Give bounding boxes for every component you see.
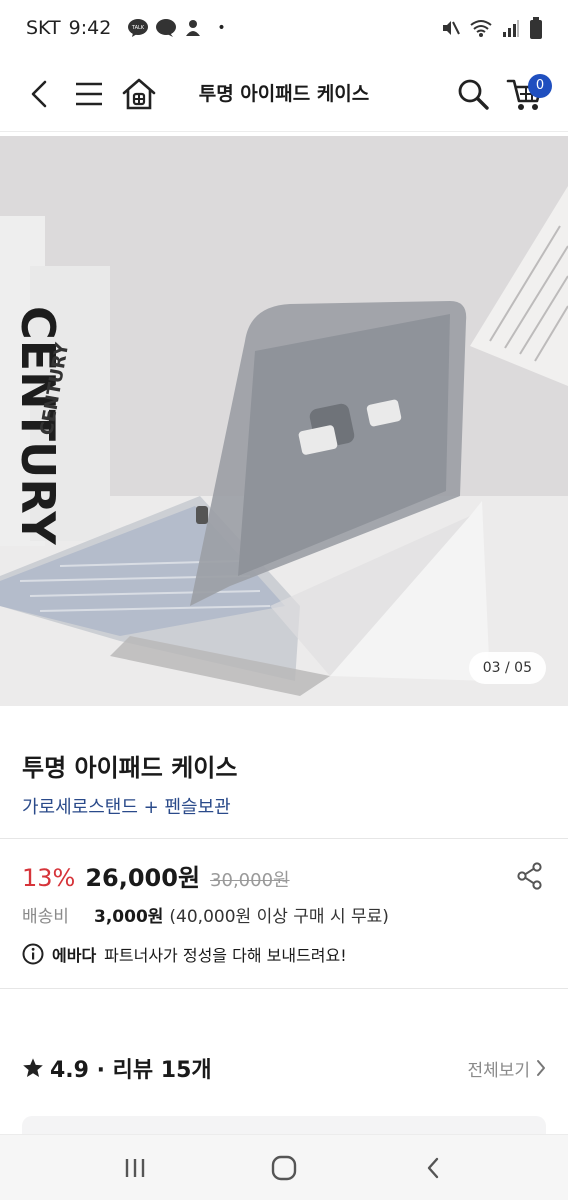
battery-icon [530,17,542,39]
share-icon [517,862,542,890]
original-price: 30,000원 [210,870,290,891]
signal-icon [503,20,519,37]
more-dot: • [217,20,226,36]
carrier: SKT [26,17,61,39]
product-name: 투명 아이패드 케이스 [22,754,238,782]
star-icon [23,1058,43,1077]
cart-button[interactable]: 0 [500,68,552,120]
seller-row: 에바다 파트너사가 정성을 다해 보내드려요! [22,942,347,966]
recent-apps-button[interactable] [105,1143,165,1193]
seller-message: 파트너사가 정성을 다해 보내드려요! [104,946,347,965]
product-image[interactable]: CENTURY CENTURY 03 / 05 [0,136,568,706]
review-summary: 4.9 · 리뷰 15개 [22,1052,212,1084]
review-header: 4.9 · 리뷰 15개 전체보기 [22,1050,546,1086]
view-all-label: 전체보기 [467,1060,530,1081]
chevron-left-icon [31,80,47,108]
home-nav-button[interactable] [254,1143,314,1193]
shipping-label: 배송비 [22,907,69,927]
wifi-icon [470,20,492,37]
system-nav-bar [0,1134,568,1200]
home-icon [122,78,156,110]
talk-icon: TALK [128,19,149,37]
menu-button[interactable] [64,68,114,120]
info-icon [22,943,44,965]
svg-text:TALK: TALK [131,25,145,31]
home-button[interactable] [114,68,164,120]
status-left: SKT 9:42 TALK • [26,17,226,39]
mute-icon [443,21,460,35]
shipping-fee: 3,000원 [94,907,164,927]
back-nav-icon [428,1157,439,1178]
chevron-right-icon [537,1060,545,1076]
divider [0,838,568,839]
search-icon [458,79,489,110]
character-icon [186,20,201,36]
recent-apps-icon [125,1158,144,1177]
app-header: 투명 아이패드 케이스 0 [0,56,568,132]
home-circle-icon [271,1155,297,1180]
status-right [440,17,542,39]
price-row: 13% 26,000원 30,000원 [22,858,290,893]
back-nav-button[interactable] [403,1143,463,1193]
chat-bubble-icon [156,19,177,37]
discount-rate: 13% [22,864,76,892]
hamburger-icon [76,82,102,106]
divider [0,988,568,989]
share-button[interactable] [516,862,544,890]
image-counter: 03 / 05 [468,652,546,684]
shipping-row: 배송비 3,000원 (40,000원 이상 구매 시 무료) [22,902,389,927]
review-rating-count: 4.9 · 리뷰 15개 [50,1058,212,1083]
product-option: 가로세로스탠드 + 펜슬보관 [22,797,231,818]
cart-count-badge: 0 [528,74,552,98]
seller-name: 에바다 [52,946,97,965]
view-all-reviews-link[interactable]: 전체보기 [467,1056,546,1081]
notification-icons: TALK • [127,18,226,38]
search-button[interactable] [448,68,498,120]
clock: 9:42 [68,17,112,39]
product-photo: CENTURY CENTURY [0,136,568,706]
shipping-note: (40,000원 이상 구매 시 무료) [169,907,389,927]
sale-price: 26,000원 [85,864,201,892]
back-button[interactable] [14,68,64,120]
status-bar: SKT 9:42 TALK • [0,0,568,56]
